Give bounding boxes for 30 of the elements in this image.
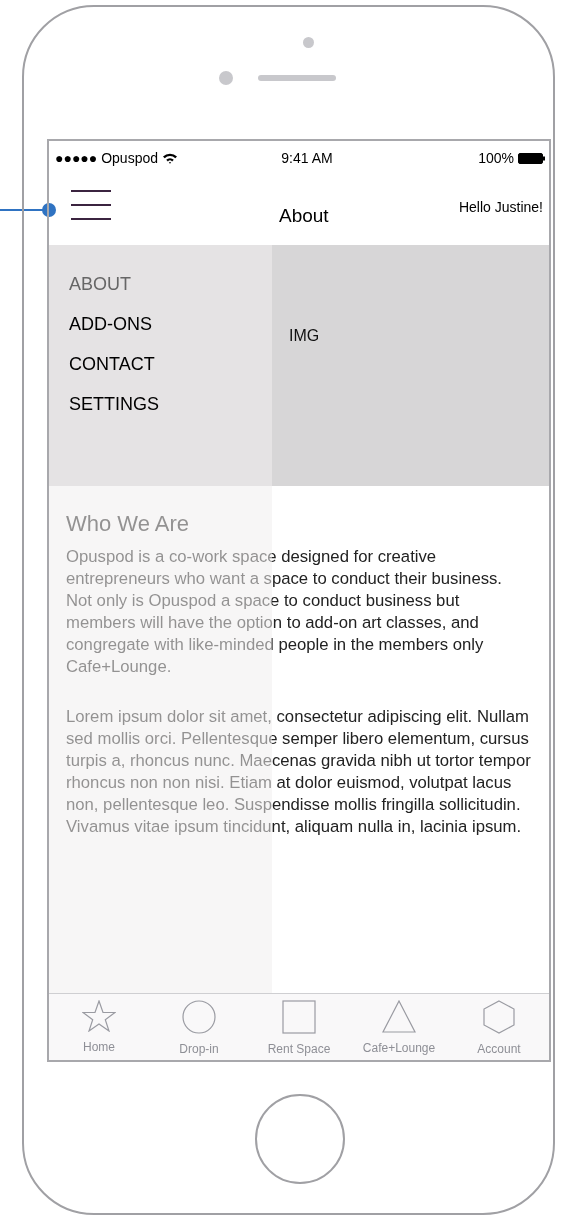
sensor-dot <box>219 71 233 85</box>
circle-icon <box>182 1000 216 1034</box>
tab-item[interactable]: Rent Space <box>249 994 349 1060</box>
carrier-label: ●●●●● Opuspod <box>55 150 158 166</box>
battery-percent: 100% <box>478 150 514 166</box>
square-icon <box>282 1000 316 1034</box>
section-heading: Who We Are <box>66 510 191 538</box>
image-label: IMG <box>289 327 320 345</box>
home-button[interactable] <box>255 1094 345 1184</box>
menu-item[interactable]: ABOUT <box>69 273 131 295</box>
body-paragraph: Opuspod is a co-work space designed for creative entrepreneurs who want a space to conduct their business. Not only is Opuspod a space to conduct business but members will have the option to add-on art classes, and congregate with like-minded people in the members only Cafe+Lounge. <box>66 546 503 678</box>
tab-item[interactable]: Cafe+Lounge <box>349 994 449 1060</box>
clock-time: 9:41 AM <box>281 150 333 166</box>
tab-item[interactable]: Drop-in <box>149 994 249 1060</box>
leader-line <box>0 202 58 218</box>
battery-icon <box>518 152 545 164</box>
menu-item[interactable]: ADD-ONS <box>69 313 152 335</box>
page-title: About <box>279 205 329 227</box>
body-paragraph: Lorem ipsum dolor sit amet, consectetur adipiscing elit. Nullam sed mollis orci. Pellentesque semper libero elementum, cursus turpis a, rhoncus nunc. Maecenas gravida nibh ut tortor tempor rhoncus non non nisi. Etiam at dolor euismod, volutpat lacus non, pellentesque leo. Suspendisse mollis fringilla sollicitudin. Vivamus vitae ipsum tincidunt, aliquam nulla in, lacinia ipsum. <box>66 706 532 838</box>
wifi-icon <box>162 152 178 164</box>
triangle-icon <box>382 1000 416 1033</box>
camera-dot <box>303 37 314 48</box>
tab-item[interactable]: Home <box>49 994 149 1060</box>
tab-item[interactable]: Account <box>449 994 549 1060</box>
star-icon <box>82 1000 116 1032</box>
menu-item[interactable]: SETTINGS <box>69 393 159 415</box>
greeting-text: Hello Justine! <box>458 199 543 215</box>
hexagon-icon <box>483 1000 515 1034</box>
menu-icon[interactable] <box>70 189 112 221</box>
menu-item[interactable]: CONTACT <box>69 353 155 375</box>
